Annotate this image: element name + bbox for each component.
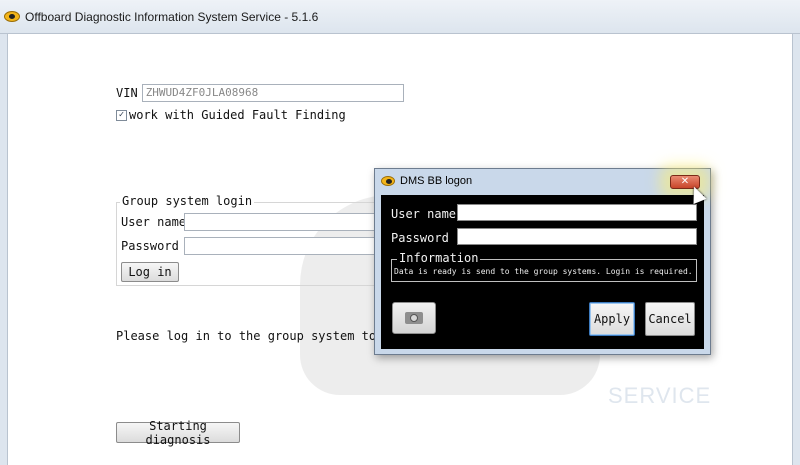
window-frame-left: [0, 34, 8, 465]
apply-button[interactable]: Apply: [589, 302, 635, 336]
dialog-body: User name Password Information Data is r…: [381, 195, 704, 349]
dialog-password-label: Password: [391, 231, 449, 245]
information-groupbox: Information Data is ready is send to the…: [391, 251, 697, 282]
starting-diagnosis-button[interactable]: Starting diagnosis: [116, 419, 240, 447]
dialog-user-label: User name: [391, 207, 457, 221]
information-title: Information: [397, 251, 481, 265]
guided-fault-finding-checkbox[interactable]: ✓: [116, 109, 127, 121]
camera-button[interactable]: [392, 302, 436, 334]
information-text: Data is ready is send to the group syste…: [394, 267, 693, 276]
dialog-app-icon: [381, 176, 395, 186]
group-user-input[interactable]: [184, 213, 387, 231]
group-password-input[interactable]: [184, 237, 387, 255]
vin-row: VIN ZHWUD4ZF0JLA08968: [116, 84, 404, 102]
dms-logon-dialog: DMS BB logon ✕ User name Password Inform…: [374, 168, 711, 355]
cancel-button[interactable]: Cancel: [645, 302, 695, 336]
vin-input[interactable]: ZHWUD4ZF0JLA08968: [141, 84, 404, 102]
group-password-label: Password: [121, 239, 179, 253]
service-watermark: SERVICE: [608, 383, 712, 408]
camera-icon: [405, 312, 423, 324]
app-logo-icon: [4, 11, 20, 22]
group-login-groupbox: Group system login User name Password Lo…: [116, 194, 387, 286]
window-title: Offboard Diagnostic Information System S…: [25, 9, 319, 24]
guided-fault-finding-row[interactable]: ✓ work with Guided Fault Finding: [116, 108, 346, 122]
dialog-titlebar[interactable]: DMS BB logon: [375, 169, 710, 193]
group-user-label: User name: [121, 215, 187, 229]
status-message: Please log in to the group system to per: [116, 329, 405, 343]
guided-fault-finding-label: work with Guided Fault Finding: [129, 108, 346, 122]
dialog-title: DMS BB logon: [400, 175, 473, 187]
window-titlebar[interactable]: Offboard Diagnostic Information System S…: [0, 0, 800, 34]
vin-label: VIN: [116, 86, 138, 100]
window-frame-right: [792, 34, 800, 465]
dialog-user-input[interactable]: [457, 204, 697, 221]
dialog-password-input[interactable]: [457, 228, 697, 245]
login-button[interactable]: Log in: [121, 262, 179, 282]
group-login-title: Group system login: [120, 194, 255, 208]
